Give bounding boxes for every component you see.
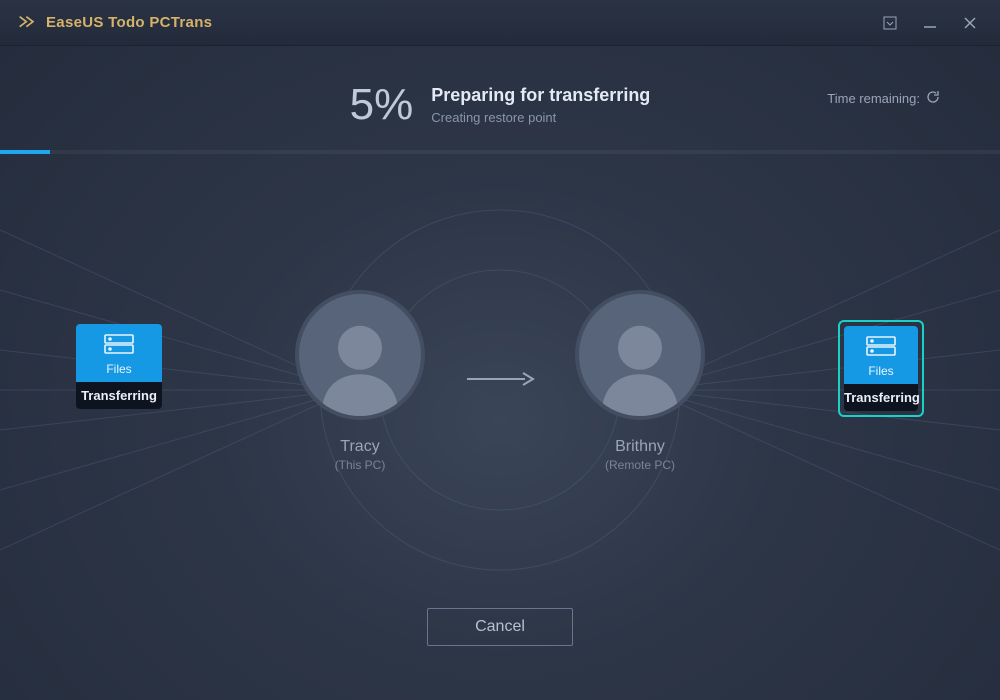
footer: Cancel [0, 608, 1000, 686]
cancel-button[interactable]: Cancel [427, 608, 573, 646]
files-label-dest: Files [868, 364, 893, 378]
close-button[interactable] [950, 8, 990, 38]
transfer-diagram: Tracy (This PC) Brithny (Remote PC) File… [0, 154, 1000, 608]
avatar-source [295, 290, 425, 420]
app-logo: EaseUS Todo PCTrans [18, 14, 212, 31]
dest-pc: Brithny (Remote PC) [575, 290, 705, 472]
files-icon [864, 334, 898, 360]
source-pc-name: Tracy [335, 438, 386, 456]
files-box-source: Files Transferring [76, 324, 162, 409]
files-box-dest: Files Transferring [838, 320, 924, 417]
title-bar: EaseUS Todo PCTrans [0, 0, 1000, 46]
status-subtitle: Creating restore point [431, 110, 650, 125]
refresh-icon [926, 90, 940, 107]
progress-percent: 5% [350, 80, 414, 130]
files-label-source: Files [106, 362, 131, 376]
files-status-source: Transferring [76, 382, 162, 409]
logo-icon [18, 15, 38, 31]
menu-button[interactable] [870, 8, 910, 38]
arrow-icon [465, 372, 535, 391]
status-title: Preparing for transferring [431, 85, 650, 106]
source-pc: Tracy (This PC) [295, 290, 425, 472]
time-remaining-label: Time remaining: [827, 91, 920, 106]
status-header: 5% Preparing for transferring Creating r… [0, 46, 1000, 150]
dest-pc-name: Brithny [605, 438, 675, 456]
time-remaining: Time remaining: [827, 90, 940, 107]
files-status-dest: Transferring [844, 384, 918, 411]
files-icon [102, 332, 136, 358]
source-pc-role: (This PC) [335, 458, 386, 472]
dest-pc-role: (Remote PC) [605, 458, 675, 472]
app-title: EaseUS Todo PCTrans [46, 14, 212, 31]
avatar-dest [575, 290, 705, 420]
minimize-button[interactable] [910, 8, 950, 38]
